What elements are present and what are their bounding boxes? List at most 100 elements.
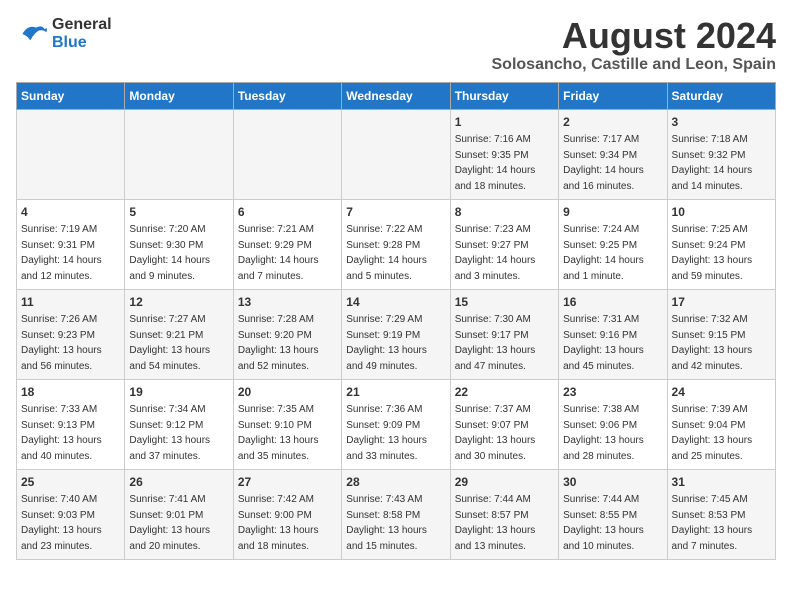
calendar-cell	[342, 109, 450, 199]
calendar-cell: 18 Sunrise: 7:33 AM Sunset: 9:13 PM Dayli…	[17, 379, 125, 469]
day-number: 7	[346, 204, 445, 221]
calendar-cell: 11 Sunrise: 7:26 AM Sunset: 9:23 PM Dayli…	[17, 289, 125, 379]
week-row-2: 4Sunrise: 7:19 AM Sunset: 9:31 PM Daylig…	[17, 199, 776, 289]
calendar-cell: 19Sunrise: 7:34 AM Sunset: 9:12 PM Dayli…	[125, 379, 233, 469]
calendar-cell: 31 Sunrise: 7:45 AM Sunset: 8:53 PM Dayli…	[667, 469, 775, 559]
day-number: 25	[21, 474, 120, 491]
day-number: 6	[238, 204, 337, 221]
day-number: 26	[129, 474, 228, 491]
calendar-cell: 4Sunrise: 7:19 AM Sunset: 9:31 PM Daylig…	[17, 199, 125, 289]
day-info: Sunrise: 7:36 AM Sunset: 9:09 PM Dayligh…	[346, 404, 427, 462]
day-info: Sunrise: 7:22 AM Sunset: 9:28 PM Dayligh…	[346, 224, 427, 282]
day-info: Sunrise: 7:27 AM Sunset: 9:21 PM Dayligh…	[129, 314, 210, 372]
day-info: Sunrise: 7:41 AM Sunset: 9:01 PM Dayligh…	[129, 494, 210, 552]
calendar-cell: 8 Sunrise: 7:23 AM Sunset: 9:27 PM Daylig…	[450, 199, 558, 289]
logo-icon	[16, 18, 48, 50]
day-number: 15	[455, 294, 554, 311]
day-info: Sunrise: 7:23 AM Sunset: 9:27 PM Dayligh…	[455, 224, 536, 282]
day-info: Sunrise: 7:42 AM Sunset: 9:00 PM Dayligh…	[238, 494, 319, 552]
calendar-cell: 27 Sunrise: 7:42 AM Sunset: 9:00 PM Dayli…	[233, 469, 341, 559]
calendar-cell: 28Sunrise: 7:43 AM Sunset: 8:58 PM Dayli…	[342, 469, 450, 559]
day-number: 27	[238, 474, 337, 491]
day-info: Sunrise: 7:31 AM Sunset: 9:16 PM Dayligh…	[563, 314, 644, 372]
calendar-cell: 25 Sunrise: 7:40 AM Sunset: 9:03 PM Dayli…	[17, 469, 125, 559]
day-number: 5	[129, 204, 228, 221]
calendar-cell: 29 Sunrise: 7:44 AM Sunset: 8:57 PM Dayli…	[450, 469, 558, 559]
day-info: Sunrise: 7:44 AM Sunset: 8:55 PM Dayligh…	[563, 494, 644, 552]
week-row-4: 18 Sunrise: 7:33 AM Sunset: 9:13 PM Dayli…	[17, 379, 776, 469]
header-saturday: Saturday	[667, 82, 775, 109]
calendar-subtitle: Solosancho, Castille and Leon, Spain	[492, 56, 777, 74]
day-info: Sunrise: 7:44 AM Sunset: 8:57 PM Dayligh…	[455, 494, 536, 552]
calendar-cell: 6 Sunrise: 7:21 AM Sunset: 9:29 PM Daylig…	[233, 199, 341, 289]
day-info: Sunrise: 7:38 AM Sunset: 9:06 PM Dayligh…	[563, 404, 644, 462]
week-row-5: 25 Sunrise: 7:40 AM Sunset: 9:03 PM Dayli…	[17, 469, 776, 559]
day-number: 31	[672, 474, 771, 491]
day-info: Sunrise: 7:30 AM Sunset: 9:17 PM Dayligh…	[455, 314, 536, 372]
calendar-cell: 9 Sunrise: 7:24 AM Sunset: 9:25 PM Daylig…	[559, 199, 667, 289]
title-block: August 2024 Solosancho, Castille and Leo…	[492, 16, 777, 74]
calendar-cell: 23 Sunrise: 7:38 AM Sunset: 9:06 PM Dayli…	[559, 379, 667, 469]
day-number: 2	[563, 114, 662, 131]
logo: General Blue	[16, 16, 112, 51]
day-info: Sunrise: 7:18 AM Sunset: 9:32 PM Dayligh…	[672, 134, 753, 192]
day-number: 23	[563, 384, 662, 401]
day-number: 17	[672, 294, 771, 311]
day-number: 12	[129, 294, 228, 311]
calendar-cell: 5Sunrise: 7:20 AM Sunset: 9:30 PM Daylig…	[125, 199, 233, 289]
day-info: Sunrise: 7:45 AM Sunset: 8:53 PM Dayligh…	[672, 494, 753, 552]
calendar-header: SundayMondayTuesdayWednesdayThursdayFrid…	[17, 82, 776, 109]
calendar-cell	[125, 109, 233, 199]
day-number: 9	[563, 204, 662, 221]
day-info: Sunrise: 7:35 AM Sunset: 9:10 PM Dayligh…	[238, 404, 319, 462]
day-info: Sunrise: 7:37 AM Sunset: 9:07 PM Dayligh…	[455, 404, 536, 462]
header-friday: Friday	[559, 82, 667, 109]
calendar-cell: 10 Sunrise: 7:25 AM Sunset: 9:24 PM Dayli…	[667, 199, 775, 289]
calendar-cell: 30 Sunrise: 7:44 AM Sunset: 8:55 PM Dayli…	[559, 469, 667, 559]
day-number: 20	[238, 384, 337, 401]
day-info: Sunrise: 7:25 AM Sunset: 9:24 PM Dayligh…	[672, 224, 753, 282]
calendar-cell: 13 Sunrise: 7:28 AM Sunset: 9:20 PM Dayli…	[233, 289, 341, 379]
calendar-body: 1Sunrise: 7:16 AM Sunset: 9:35 PM Daylig…	[17, 109, 776, 559]
calendar-cell: 17 Sunrise: 7:32 AM Sunset: 9:15 PM Dayli…	[667, 289, 775, 379]
calendar-table: SundayMondayTuesdayWednesdayThursdayFrid…	[16, 82, 776, 560]
day-info: Sunrise: 7:28 AM Sunset: 9:20 PM Dayligh…	[238, 314, 319, 372]
calendar-cell: 14 Sunrise: 7:29 AM Sunset: 9:19 PM Dayli…	[342, 289, 450, 379]
day-info: Sunrise: 7:39 AM Sunset: 9:04 PM Dayligh…	[672, 404, 753, 462]
day-info: Sunrise: 7:33 AM Sunset: 9:13 PM Dayligh…	[21, 404, 102, 462]
calendar-cell: 24Sunrise: 7:39 AM Sunset: 9:04 PM Dayli…	[667, 379, 775, 469]
header-thursday: Thursday	[450, 82, 558, 109]
header-sunday: Sunday	[17, 82, 125, 109]
week-row-3: 11 Sunrise: 7:26 AM Sunset: 9:23 PM Dayli…	[17, 289, 776, 379]
day-info: Sunrise: 7:40 AM Sunset: 9:03 PM Dayligh…	[21, 494, 102, 552]
day-number: 30	[563, 474, 662, 491]
day-info: Sunrise: 7:32 AM Sunset: 9:15 PM Dayligh…	[672, 314, 753, 372]
day-info: Sunrise: 7:29 AM Sunset: 9:19 PM Dayligh…	[346, 314, 427, 372]
day-number: 29	[455, 474, 554, 491]
day-number: 14	[346, 294, 445, 311]
day-number: 28	[346, 474, 445, 491]
day-number: 3	[672, 114, 771, 131]
calendar-cell: 7 Sunrise: 7:22 AM Sunset: 9:28 PM Daylig…	[342, 199, 450, 289]
logo-blue: Blue	[52, 34, 112, 52]
day-number: 13	[238, 294, 337, 311]
calendar-cell: 3 Sunrise: 7:18 AM Sunset: 9:32 PM Daylig…	[667, 109, 775, 199]
calendar-cell: 22 Sunrise: 7:37 AM Sunset: 9:07 PM Dayli…	[450, 379, 558, 469]
day-number: 10	[672, 204, 771, 221]
day-number: 18	[21, 384, 120, 401]
header-monday: Monday	[125, 82, 233, 109]
header-row: SundayMondayTuesdayWednesdayThursdayFrid…	[17, 82, 776, 109]
day-number: 22	[455, 384, 554, 401]
calendar-cell: 15 Sunrise: 7:30 AM Sunset: 9:17 PM Dayli…	[450, 289, 558, 379]
calendar-cell: 1Sunrise: 7:16 AM Sunset: 9:35 PM Daylig…	[450, 109, 558, 199]
day-info: Sunrise: 7:21 AM Sunset: 9:29 PM Dayligh…	[238, 224, 319, 282]
week-row-1: 1Sunrise: 7:16 AM Sunset: 9:35 PM Daylig…	[17, 109, 776, 199]
day-number: 11	[21, 294, 120, 311]
day-number: 8	[455, 204, 554, 221]
calendar-cell	[17, 109, 125, 199]
day-info: Sunrise: 7:26 AM Sunset: 9:23 PM Dayligh…	[21, 314, 102, 372]
calendar-cell: 12 Sunrise: 7:27 AM Sunset: 9:21 PM Dayli…	[125, 289, 233, 379]
day-number: 4	[21, 204, 120, 221]
day-number: 16	[563, 294, 662, 311]
day-info: Sunrise: 7:24 AM Sunset: 9:25 PM Dayligh…	[563, 224, 644, 282]
